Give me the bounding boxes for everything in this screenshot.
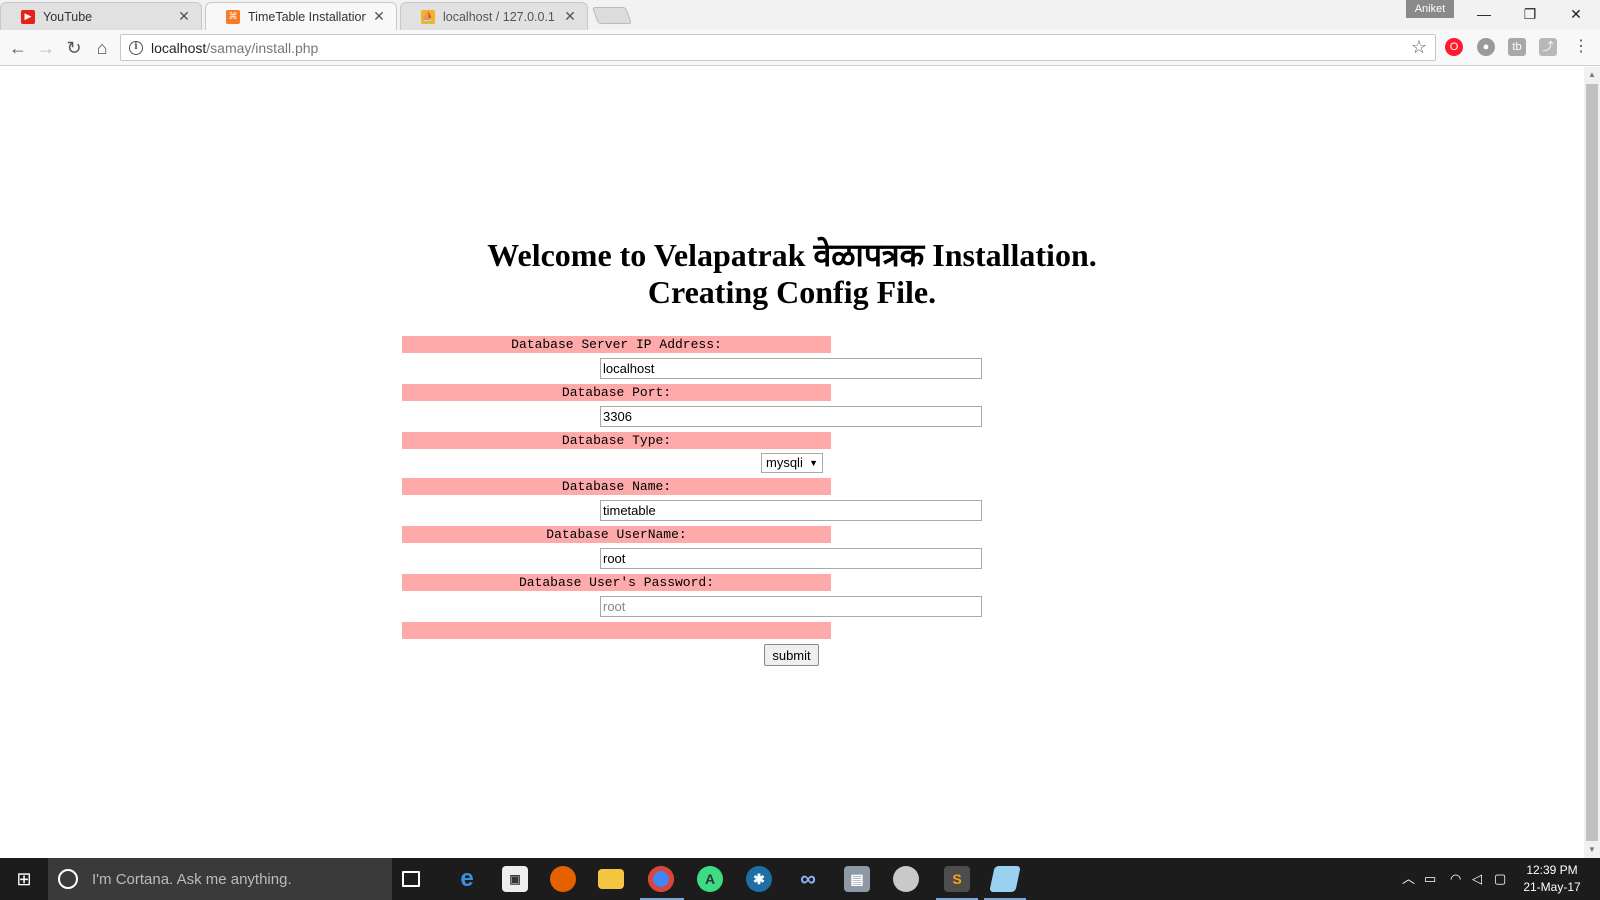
restore-button[interactable]: ❐ [1508, 0, 1552, 28]
label-db-server-ip: Database Server IP Address: [402, 336, 831, 353]
cortana-search-box[interactable]: I'm Cortana. Ask me anything. [48, 858, 392, 900]
tab-youtube[interactable]: ▶ YouTube ✕ [0, 2, 202, 30]
submit-button[interactable]: submit [764, 644, 819, 666]
browser-toolbar: ← → ↻ ⌂ i localhost/samay/install.php ☆ … [0, 30, 1600, 66]
db-type-select[interactable]: mysqli ▼ [761, 453, 823, 473]
db-username-input[interactable] [600, 548, 982, 569]
label-db-type: Database Type: [402, 432, 831, 449]
task-view-icon[interactable] [402, 871, 420, 887]
show-hidden-icons-chevron-icon[interactable]: ︿ [1402, 858, 1415, 900]
sublime-text-icon[interactable]: S [944, 866, 970, 892]
page-viewport: Welcome to Velapatrak वेळापत्रक Installa… [0, 67, 1584, 858]
heading-line-1: Welcome to Velapatrak वेळापत्रक Installa… [487, 237, 1097, 273]
new-tab-button[interactable] [591, 7, 633, 24]
menu-dots-icon[interactable]: ⋮ [1572, 38, 1590, 56]
extension-icon[interactable]: ⤴ [1539, 38, 1557, 56]
store-icon[interactable]: ▣ [502, 866, 528, 892]
notifications-icon[interactable]: ▢ [1494, 858, 1506, 900]
browser-tab-strip: ▶ YouTube ✕ ⌘ TimeTable Installation: Cr… [0, 0, 1600, 30]
scrollbar-thumb[interactable] [1586, 84, 1598, 841]
profile-badge[interactable]: Aniket [1406, 0, 1454, 18]
db-server-ip-input[interactable] [600, 358, 982, 379]
system-clock[interactable]: 12:39 PM 21-May-17 [1514, 862, 1590, 896]
db-type-selected-value: mysqli [766, 455, 803, 470]
computer-app-icon[interactable]: ▤ [844, 866, 870, 892]
back-button[interactable]: ← [6, 36, 30, 60]
app-icon[interactable] [893, 866, 919, 892]
cortana-icon [58, 869, 78, 889]
windows-start-icon[interactable]: ⊞ [0, 858, 48, 900]
address-bar[interactable]: i localhost/samay/install.php ☆ [120, 34, 1436, 61]
opera-extension-icon[interactable]: O [1445, 38, 1463, 56]
db-password-input[interactable] [600, 596, 982, 617]
url-host: localhost [151, 39, 207, 56]
minimize-button[interactable]: — [1462, 0, 1506, 28]
label-db-port: Database Port: [402, 384, 831, 401]
tab-title: TimeTable Installation: Cr [248, 9, 366, 24]
edge-icon[interactable]: e [454, 865, 480, 892]
android-studio-icon[interactable]: A [697, 866, 723, 892]
cortana-placeholder: I'm Cortana. Ask me anything. [92, 870, 292, 888]
scroll-up-arrow-icon[interactable]: ▲ [1584, 67, 1600, 83]
heading-line-2: Creating Config File. [647, 274, 937, 310]
file-explorer-icon[interactable] [598, 869, 624, 889]
clock-time: 12:39 PM [1526, 863, 1578, 877]
youtube-icon: ▶ [21, 9, 35, 24]
info-icon[interactable]: i [129, 40, 143, 55]
reload-button[interactable]: ↻ [62, 36, 86, 60]
dropdown-caret-icon: ▼ [809, 458, 818, 468]
extension-icon[interactable]: ● [1477, 38, 1495, 56]
label-db-name: Database Name: [402, 478, 831, 495]
forward-button[interactable]: → [34, 36, 58, 60]
extension-icon[interactable]: tb [1508, 38, 1526, 56]
tab-title: localhost / 127.0.0.1 | ph [443, 9, 557, 24]
page-title: Welcome to Velapatrak वेळापत्रक Installa… [0, 237, 1584, 311]
chrome-icon[interactable] [648, 866, 674, 892]
close-icon[interactable]: ✕ [177, 8, 191, 25]
home-button[interactable]: ⌂ [90, 36, 114, 60]
infinity-app-icon[interactable]: ∞ [795, 866, 821, 892]
close-icon[interactable]: ✕ [372, 8, 386, 25]
tab-title: YouTube [43, 9, 93, 24]
label-db-password: Database User's Password: [402, 574, 831, 591]
xampp-icon: ⌘ [226, 9, 240, 24]
windows-taskbar: ⊞ I'm Cortana. Ask me anything. e ▣ A ✱ … [0, 858, 1600, 900]
phpmyadmin-icon: ⛵ [421, 9, 435, 24]
vertical-scrollbar[interactable]: ▲ ▼ [1584, 67, 1600, 858]
volume-icon[interactable]: ◁ [1472, 858, 1482, 900]
tab-timetable-installation[interactable]: ⌘ TimeTable Installation: Cr ✕ [205, 2, 397, 30]
battery-icon[interactable]: ▭ [1424, 858, 1436, 900]
clock-date: 21-May-17 [1523, 880, 1581, 894]
bookmark-star-icon[interactable]: ☆ [1411, 37, 1427, 58]
label-empty [402, 622, 831, 639]
db-port-input[interactable] [600, 406, 982, 427]
url-path: /samay/install.php [206, 39, 319, 56]
scroll-down-arrow-icon[interactable]: ▼ [1584, 842, 1600, 858]
tab-phpmyadmin[interactable]: ⛵ localhost / 127.0.0.1 | ph ✕ [400, 2, 588, 30]
label-db-username: Database UserName: [402, 526, 831, 543]
wifi-icon[interactable]: ◠ [1450, 858, 1461, 900]
close-icon[interactable]: ✕ [563, 8, 577, 25]
close-window-button[interactable]: ✕ [1554, 0, 1598, 28]
app-icon[interactable]: ✱ [746, 866, 772, 892]
db-name-input[interactable] [600, 500, 982, 521]
firefox-icon[interactable] [550, 866, 576, 892]
notepad-icon[interactable] [989, 866, 1021, 892]
